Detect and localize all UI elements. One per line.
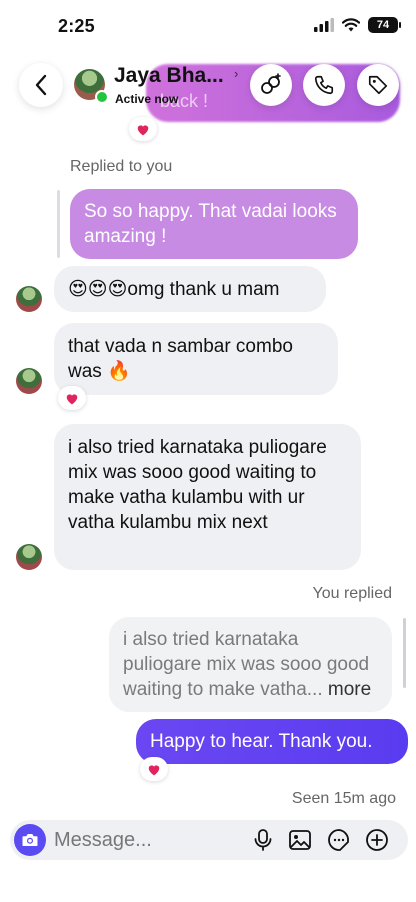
more-link[interactable]: more (328, 679, 371, 700)
your-quoted-message[interactable]: i also tried karnataka puliogare mix was… (109, 617, 392, 712)
camera-button[interactable] (14, 824, 46, 856)
image-icon (289, 830, 311, 850)
camera-icon (22, 834, 38, 846)
you-replied-label: You replied (312, 585, 392, 602)
replied-to-you-label: Replied to you (70, 158, 173, 175)
sticker-button[interactable] (327, 828, 351, 852)
chevron-right-icon[interactable]: › (234, 66, 238, 81)
status-icons: 74 (314, 17, 401, 33)
phone-icon (314, 75, 334, 95)
reaction-heart[interactable] (58, 386, 86, 410)
tag-icon (368, 75, 388, 95)
outgoing-message-bubble[interactable]: Happy to hear. Thank you. (136, 719, 408, 764)
sender-avatar[interactable] (16, 544, 42, 570)
contact-name[interactable]: Jaya Bha... (114, 64, 224, 88)
gallery-button[interactable] (288, 828, 312, 852)
effects-icon (261, 73, 281, 94)
message-input[interactable] (54, 828, 234, 852)
reply-indicator-bar (403, 618, 406, 688)
wifi-icon (342, 18, 360, 32)
seen-status: Seen 15m ago (291, 790, 396, 807)
mic-button[interactable] (251, 828, 275, 852)
reaction-heart[interactable] (140, 757, 168, 781)
sender-avatar[interactable] (16, 368, 42, 394)
plus-circle-icon (366, 829, 388, 851)
incoming-message-bubble[interactable]: 😍😍😍omg thank u mam (54, 266, 326, 312)
signal-icon (314, 18, 334, 32)
battery-icon: 74 (368, 17, 401, 33)
mic-icon (254, 829, 272, 851)
effects-button[interactable] (250, 64, 292, 106)
heart-icon (137, 124, 149, 135)
add-button[interactable] (365, 828, 389, 852)
battery-level: 74 (376, 19, 390, 31)
quoted-message-bubble[interactable]: So so happy. That vadai looks amazing ! (70, 189, 358, 259)
online-indicator (95, 90, 109, 104)
back-button[interactable] (19, 63, 63, 107)
reply-indicator-bar (57, 190, 60, 258)
sticker-icon (328, 829, 349, 851)
tag-button[interactable] (357, 64, 399, 106)
chevron-left-icon (35, 74, 47, 96)
sender-avatar[interactable] (16, 286, 42, 312)
call-button[interactable] (303, 64, 345, 106)
reaction-heart-top (129, 117, 157, 141)
incoming-message-bubble[interactable]: i also tried karnataka puliogare mix was… (54, 424, 361, 570)
heart-icon (66, 393, 78, 404)
presence-status: Active now (115, 92, 179, 106)
status-time: 2:25 (58, 16, 95, 36)
incoming-message-bubble[interactable]: that vada n sambar combo was 🔥 (54, 323, 338, 395)
heart-icon (148, 764, 160, 775)
